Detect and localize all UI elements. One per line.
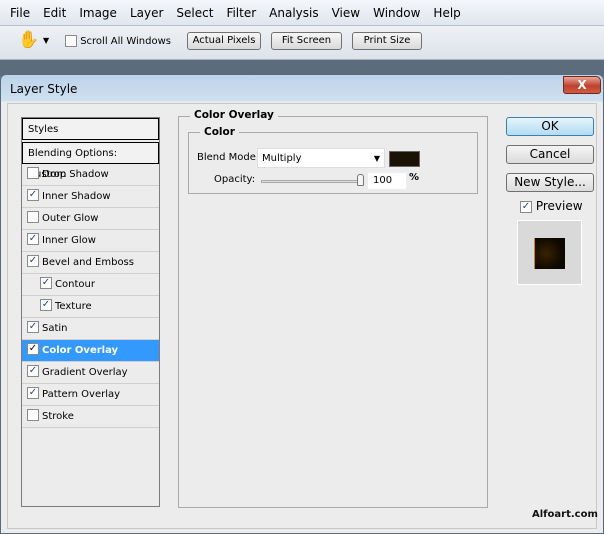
blend-mode-label: Blend Mode: <box>197 152 260 163</box>
menu-window[interactable]: Window <box>367 6 426 20</box>
opacity-input[interactable]: 100 <box>368 173 406 189</box>
checkbox[interactable]: ✓ <box>27 255 39 267</box>
opacity-unit: % <box>409 172 420 183</box>
blend-mode-value: Multiply <box>262 153 302 164</box>
menu-view[interactable]: View <box>326 6 366 20</box>
checkbox[interactable]: ✓ <box>520 200 532 213</box>
scroll-all-windows-checkbox[interactable]: Scroll All Windows <box>65 35 171 47</box>
styles-list: Styles Blending Options: Custom Drop Sha… <box>21 117 160 507</box>
checkbox[interactable] <box>27 167 39 179</box>
preview-checkbox[interactable]: ✓ Preview <box>520 199 583 213</box>
dialog-body: Styles Blending Options: Custom Drop Sha… <box>7 103 597 529</box>
overlay-color-swatch[interactable] <box>389 151 420 167</box>
checkbox[interactable]: ✓ <box>27 233 39 245</box>
menu-layer[interactable]: Layer <box>124 6 169 20</box>
menu-image[interactable]: Image <box>73 6 123 20</box>
style-item-label: Contour <box>55 279 95 290</box>
checkbox[interactable]: ✓ <box>27 387 39 399</box>
menu-edit[interactable]: Edit <box>37 6 72 20</box>
preview-image <box>534 238 565 269</box>
fit-screen-button[interactable]: Fit Screen <box>271 32 342 50</box>
style-item-color-overlay[interactable]: ✓ Color Overlay <box>22 340 159 362</box>
style-item-drop-shadow[interactable]: Drop Shadow <box>22 164 159 186</box>
actual-pixels-button[interactable]: Actual Pixels <box>187 32 261 50</box>
preview-thumbnail <box>517 220 582 285</box>
style-item-satin[interactable]: ✓ Satin <box>22 318 159 340</box>
styles-header[interactable]: Styles <box>22 118 159 140</box>
menu-filter[interactable]: Filter <box>220 6 262 20</box>
style-item-stroke[interactable]: Stroke <box>22 406 159 428</box>
style-item-pattern-overlay[interactable]: ✓ Pattern Overlay <box>22 384 159 406</box>
style-item-contour[interactable]: ✓ Contour <box>22 274 159 296</box>
print-size-button[interactable]: Print Size <box>352 32 422 50</box>
layer-style-dialog: Layer Style X Styles Blending Options: C… <box>0 74 604 534</box>
ok-button[interactable]: OK <box>506 117 594 136</box>
hand-icon[interactable]: ✋ <box>18 30 39 50</box>
opacity-slider-thumb[interactable] <box>357 174 364 186</box>
style-item-label: Inner Glow <box>42 235 96 246</box>
menu-analysis[interactable]: Analysis <box>263 6 324 20</box>
style-item-label: Pattern Overlay <box>42 389 121 400</box>
style-item-label: Gradient Overlay <box>42 367 128 378</box>
panel-title: Color Overlay <box>190 109 278 121</box>
style-item-texture[interactable]: ✓ Texture <box>22 296 159 318</box>
checkbox[interactable] <box>65 35 77 47</box>
group-title: Color <box>200 126 239 138</box>
style-item-gradient-overlay[interactable]: ✓ Gradient Overlay <box>22 362 159 384</box>
style-item-label: Outer Glow <box>42 213 99 224</box>
menu-file[interactable]: File <box>4 6 36 20</box>
checkbox-label: Scroll All Windows <box>80 36 171 47</box>
close-button[interactable]: X <box>563 76 601 94</box>
style-item-label: Stroke <box>42 411 74 422</box>
style-item-outer-glow[interactable]: Outer Glow <box>22 208 159 230</box>
checkbox[interactable]: ✓ <box>27 189 39 201</box>
dialog-title: Layer Style <box>10 82 78 96</box>
style-item-label: Texture <box>55 301 92 312</box>
checkbox[interactable]: ✓ <box>40 299 52 311</box>
menu-help[interactable]: Help <box>427 6 466 20</box>
style-item-label: Bevel and Emboss <box>42 257 134 268</box>
checkbox[interactable]: ✓ <box>27 365 39 377</box>
chevron-down-icon: ▼ <box>373 154 380 163</box>
style-item-inner-glow[interactable]: ✓ Inner Glow <box>22 230 159 252</box>
cancel-button[interactable]: Cancel <box>506 145 594 164</box>
checkbox[interactable] <box>27 211 39 223</box>
blending-options-item[interactable]: Blending Options: Custom <box>22 142 159 180</box>
style-item-bevel-and-emboss[interactable]: ✓ Bevel and Emboss <box>22 252 159 274</box>
checkbox[interactable]: ✓ <box>40 277 52 289</box>
options-bar: ✋ ▼ Scroll All Windows Actual Pixels Fit… <box>0 26 604 60</box>
blend-mode-select[interactable]: Multiply ▼ <box>257 148 385 168</box>
checkbox[interactable]: ✓ <box>27 321 39 333</box>
new-style-button[interactable]: New Style... <box>506 173 594 192</box>
menu-select[interactable]: Select <box>170 6 219 20</box>
style-item-label: Color Overlay <box>42 345 119 356</box>
menu-bar: File Edit Image Layer Select Filter Analysis Vi… <box>0 0 604 26</box>
style-item-label: Drop Shadow <box>42 169 109 180</box>
style-item-label: Satin <box>42 323 68 334</box>
style-item-inner-shadow[interactable]: ✓ Inner Shadow <box>22 186 159 208</box>
preview-label: Preview <box>535 199 583 213</box>
checkbox[interactable] <box>27 409 39 421</box>
tool-preset-dropdown[interactable]: ▼ <box>43 36 49 45</box>
style-item-label: Inner Shadow <box>42 191 111 202</box>
checkbox[interactable]: ✓ <box>27 343 39 355</box>
opacity-slider[interactable] <box>261 180 361 183</box>
opacity-label: Opacity: <box>214 174 256 185</box>
watermark: Alfoart.com <box>532 509 598 520</box>
